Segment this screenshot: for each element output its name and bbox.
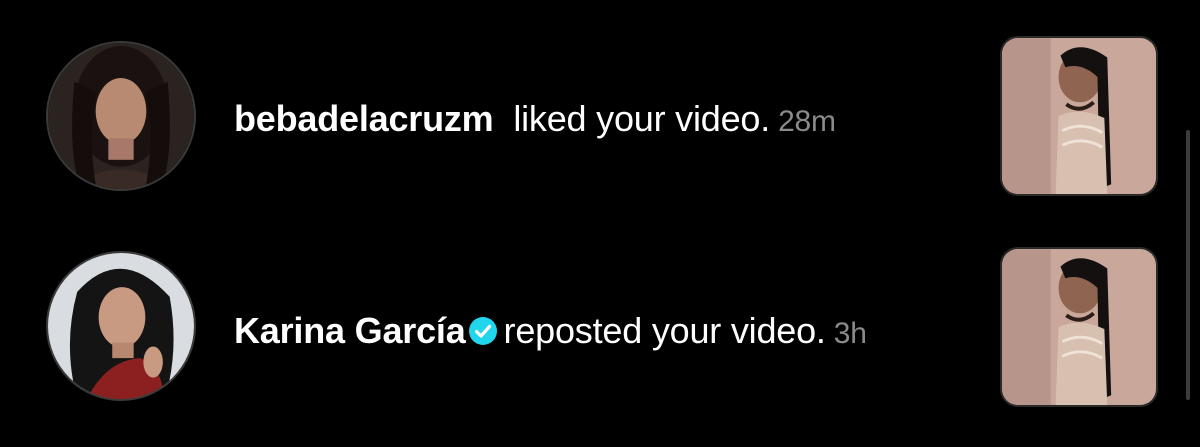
video-thumbnail-icon — [1002, 38, 1156, 194]
user-avatar[interactable] — [46, 251, 196, 401]
username-link[interactable]: Karina García — [234, 310, 466, 351]
user-avatar[interactable] — [46, 41, 196, 191]
notification-text: Karina García reposted your video. 3h — [234, 307, 867, 358]
username-link[interactable]: bebadelacruzm — [234, 98, 494, 139]
notification-row[interactable]: bebadelacruzm liked your video. 28m — [0, 33, 1200, 203]
notifications-screen: bebadelacruzm liked your video. 28m Kari… — [0, 0, 1200, 447]
timestamp: 28m — [778, 105, 836, 138]
action-text: reposted your video. — [503, 310, 826, 351]
notification-text: bebadelacruzm liked your video. 28m — [234, 95, 836, 146]
video-thumbnail-icon — [1002, 249, 1156, 405]
scrollbar[interactable] — [1186, 130, 1190, 400]
avatar-portrait-icon — [48, 43, 194, 189]
notification-row[interactable]: Karina García reposted your video. 3h — [0, 243, 1200, 413]
verified-badge-icon — [468, 317, 497, 345]
avatar-portrait-icon — [48, 253, 194, 399]
action-text: liked your video. — [513, 98, 771, 139]
timestamp: 3h — [833, 317, 867, 350]
video-thumbnail[interactable] — [1000, 36, 1158, 196]
video-thumbnail[interactable] — [1000, 247, 1158, 407]
